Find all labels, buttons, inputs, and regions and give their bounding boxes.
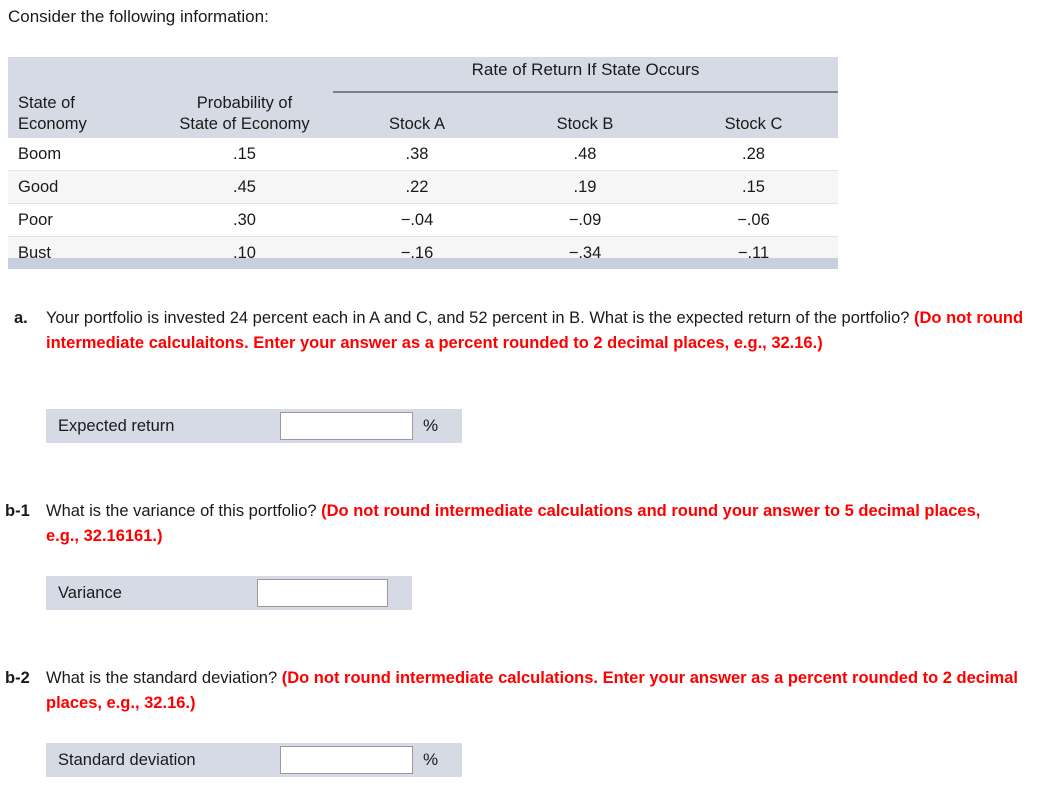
column-header-stock-c-label: Stock C (724, 115, 783, 133)
column-header-probability-line1: Probability of (196, 94, 293, 112)
column-header-probability: Probability of State of Economy (156, 92, 333, 138)
table-row: Boom .15 .38 .48 .28 (8, 138, 838, 171)
table-head: Rate of Return If State Occurs State of … (8, 57, 838, 138)
table-group-rule-row (8, 83, 838, 93)
information-table-container: Rate of Return If State Occurs State of … (8, 57, 838, 269)
cell-stock-c: .28 (669, 138, 838, 171)
percent-unit-label: % (423, 416, 439, 435)
cell-stock-b: .19 (501, 170, 669, 204)
cell-state: Poor (8, 203, 156, 237)
cell-stock-b: −.09 (501, 203, 669, 237)
column-header-state-of-economy: State of Economy (8, 92, 156, 138)
answer-row-variance: Variance (46, 576, 412, 610)
answer-label-standard-deviation: Standard deviation (58, 750, 196, 769)
question-b1-body: What is the variance of this portfolio? … (46, 502, 980, 545)
group-header-spacer-1 (8, 57, 156, 83)
question-b1-label: b-1 (5, 502, 30, 520)
table-body: Boom .15 .38 .48 .28 Good .45 .22 .19 .1… (8, 138, 838, 269)
question-b2-label: b-2 (5, 669, 30, 687)
question-b1-prompt: What is the variance of this portfolio? (46, 502, 322, 520)
question-a-body: Your portfolio is invested 24 percent ea… (46, 309, 1023, 352)
answer-label-variance: Variance (58, 583, 122, 602)
rate-of-return-table: Rate of Return If State Occurs State of … (8, 57, 838, 269)
cell-probability: .15 (156, 138, 333, 171)
cell-stock-a: .38 (333, 138, 501, 171)
cell-probability: .30 (156, 203, 333, 237)
table-footer-band (8, 258, 838, 269)
table-group-header-row: Rate of Return If State Occurs (8, 57, 838, 83)
cell-stock-c: −.06 (669, 203, 838, 237)
cell-stock-a: .22 (333, 170, 501, 204)
cell-probability: .45 (156, 170, 333, 204)
column-header-stock-b-label: Stock B (556, 115, 614, 133)
rule-spacer-2 (156, 83, 333, 92)
cell-state: Good (8, 170, 156, 204)
answer-row-standard-deviation: Standard deviation % (46, 743, 462, 777)
table-row: Poor .30 −.04 −.09 −.06 (8, 203, 838, 237)
question-b2-prompt: What is the standard deviation? (46, 669, 282, 687)
standard-deviation-input[interactable] (280, 746, 413, 774)
table-row: Good .45 .22 .19 .15 (8, 170, 838, 204)
column-header-state-line2: Economy (18, 115, 87, 133)
cell-stock-c: .15 (669, 170, 838, 204)
question-b2: What is the standard deviation? (Do not … (46, 666, 1036, 716)
rule-spacer-1 (8, 83, 156, 92)
question-a: Your portfolio is invested 24 percent ea… (46, 306, 1034, 356)
group-header-rate-of-return: Rate of Return If State Occurs (333, 57, 838, 83)
question-b2-body: What is the standard deviation? (Do not … (46, 669, 1018, 712)
cell-stock-a: −.04 (333, 203, 501, 237)
question-b1: What is the variance of this portfolio? … (46, 499, 1012, 549)
answer-label-expected-return: Expected return (58, 416, 175, 435)
question-a-label: a. (14, 309, 28, 327)
cell-stock-b: .48 (501, 138, 669, 171)
question-a-prompt: Your portfolio is invested 24 percent ea… (46, 309, 915, 327)
group-header-rule (333, 83, 838, 93)
column-header-probability-line2: State of Economy (179, 115, 310, 133)
variance-input[interactable] (257, 579, 388, 607)
table-column-header-row: State of Economy Probability of State of… (8, 92, 838, 138)
column-header-stock-a-label: Stock A (389, 115, 445, 133)
page-intro-text: Consider the following information: (8, 7, 269, 26)
expected-return-input[interactable] (280, 412, 413, 440)
column-header-stock-a: Stock A (333, 92, 501, 138)
column-header-stock-b: Stock B (501, 92, 669, 138)
column-header-stock-c: Stock C (669, 92, 838, 138)
answer-row-expected-return: Expected return % (46, 409, 462, 443)
cell-state: Boom (8, 138, 156, 171)
percent-unit-label: % (423, 750, 439, 769)
column-header-state-line1: State of (18, 94, 75, 112)
group-header-spacer-2 (156, 57, 333, 83)
